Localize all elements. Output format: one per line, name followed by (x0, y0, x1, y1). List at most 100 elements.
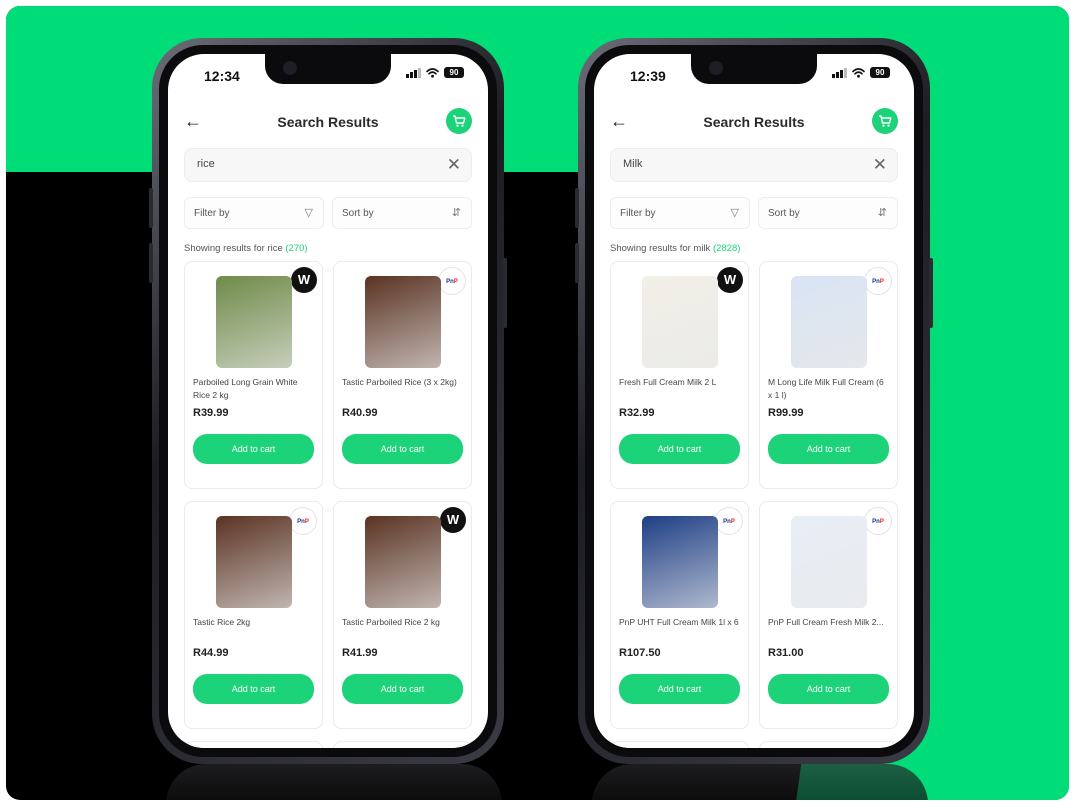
product-card[interactable]: PnP PnP Full Cream Fresh Milk 2... R31.0… (759, 501, 898, 729)
search-input[interactable] (197, 158, 397, 170)
results-prefix: Showing results for rice (184, 243, 283, 254)
product-image[interactable] (364, 516, 441, 608)
product-card-partial[interactable] (333, 741, 472, 748)
results-summary: Showing results for milk (2828) (610, 243, 740, 254)
cart-button[interactable] (446, 108, 472, 134)
clear-icon[interactable]: ✕ (447, 155, 461, 175)
sort-label: Sort by (768, 208, 800, 219)
cart-icon (879, 115, 892, 127)
camera-icon (283, 61, 297, 75)
status-time: 12:34 (204, 68, 240, 84)
volume-button (575, 243, 579, 283)
product-card[interactable]: W Fresh Full Cream Milk 2 L R32.99 Add t… (610, 261, 749, 489)
filter-row: Filter by ▽ Sort by ⇵ (610, 197, 898, 229)
add-to-cart-button[interactable]: Add to cart (193, 674, 314, 704)
product-card[interactable]: PnP M Long Life Milk Full Cream (6 x 1 l… (759, 261, 898, 489)
product-price: R39.99 (193, 407, 229, 419)
store-logo-w-icon: W (717, 267, 743, 293)
product-price: R107.50 (619, 647, 661, 659)
wifi-icon (852, 67, 865, 78)
product-price: R32.99 (619, 407, 655, 419)
product-image[interactable] (790, 276, 867, 368)
product-image[interactable] (641, 276, 718, 368)
results-prefix: Showing results for milk (610, 243, 711, 254)
product-name: Tastic Parboiled Rice (3 x 2kg) (342, 377, 457, 387)
sort-by-dropdown[interactable]: Sort by ⇵ (758, 197, 898, 229)
product-card[interactable]: W Parboiled Long Grain White Rice 2 kg R… (184, 261, 323, 489)
add-to-cart-button[interactable]: Add to cart (619, 674, 740, 704)
product-name: Parboiled Long Grain White Rice 2 kg (193, 377, 298, 400)
sort-label: Sort by (342, 208, 374, 219)
filter-label: Filter by (620, 208, 656, 219)
product-name: PnP Full Cream Fresh Milk 2... (768, 617, 884, 627)
page-title: Search Results (703, 114, 805, 130)
results-count: (2828) (712, 243, 741, 254)
product-grid: W Fresh Full Cream Milk 2 L R32.99 Add t… (610, 261, 898, 748)
power-button (503, 258, 507, 328)
product-image[interactable] (641, 516, 718, 608)
results-count: (270) (285, 243, 308, 254)
add-to-cart-button[interactable]: Add to cart (619, 434, 740, 464)
product-image[interactable] (790, 516, 867, 608)
product-card-partial[interactable] (759, 741, 898, 748)
product-card-partial[interactable] (184, 741, 323, 748)
clear-icon[interactable]: ✕ (873, 155, 887, 175)
product-card-partial[interactable] (610, 741, 749, 748)
power-button (929, 258, 933, 328)
product-price: R41.99 (342, 647, 378, 659)
product-name: Fresh Full Cream Milk 2 L (619, 377, 717, 387)
product-card[interactable]: PnP PnP UHT Full Cream Milk 1l x 6 R107.… (610, 501, 749, 729)
store-logo-pnp-icon: PnP (864, 507, 892, 535)
notch (691, 54, 817, 84)
sort-by-dropdown[interactable]: Sort by ⇵ (332, 197, 472, 229)
volume-button (575, 188, 579, 228)
product-image[interactable] (215, 516, 292, 608)
battery-icon: 90 (444, 67, 464, 78)
product-card[interactable]: PnP Tastic Rice 2kg R44.99 Add to cart (184, 501, 323, 729)
product-price: R40.99 (342, 407, 378, 419)
cart-icon (453, 115, 466, 127)
filter-by-dropdown[interactable]: Filter by ▽ (610, 197, 750, 229)
add-to-cart-button[interactable]: Add to cart (193, 434, 314, 464)
notch (265, 54, 391, 84)
status-icons: 90 (406, 67, 464, 78)
store-logo-pnp-icon: PnP (864, 267, 892, 295)
app-screen: 12:34 90 ← Search Results ✕ Filter by (168, 54, 488, 748)
product-price: R44.99 (193, 647, 229, 659)
product-grid: W Parboiled Long Grain White Rice 2 kg R… (184, 261, 472, 748)
product-name: PnP UHT Full Cream Milk 1l x 6 (619, 617, 739, 627)
filter-by-dropdown[interactable]: Filter by ▽ (184, 197, 324, 229)
phone-reflection (166, 764, 502, 800)
add-to-cart-button[interactable]: Add to cart (768, 434, 889, 464)
search-bar[interactable]: ✕ (610, 148, 898, 182)
product-card[interactable]: PnP Tastic Parboiled Rice (3 x 2kg) R40.… (333, 261, 472, 489)
results-summary: Showing results for rice (270) (184, 243, 308, 254)
battery-icon: 90 (870, 67, 890, 78)
search-bar[interactable]: ✕ (184, 148, 472, 182)
cart-button[interactable] (872, 108, 898, 134)
app-header: ← Search Results (168, 106, 488, 138)
add-to-cart-button[interactable]: Add to cart (768, 674, 889, 704)
add-to-cart-button[interactable]: Add to cart (342, 674, 463, 704)
app-header: ← Search Results (594, 106, 914, 138)
filter-row: Filter by ▽ Sort by ⇵ (184, 197, 472, 229)
phone-bezel: 12:34 90 ← Search Results ✕ Filter by (159, 45, 497, 757)
product-image[interactable] (364, 276, 441, 368)
store-logo-w-icon: W (291, 267, 317, 293)
product-image[interactable] (215, 276, 292, 368)
app-screen: 12:39 90 ← Search Results ✕ Filter by (594, 54, 914, 748)
filter-icon: ▽ (730, 207, 739, 219)
product-price: R31.00 (768, 647, 804, 659)
add-to-cart-button[interactable]: Add to cart (342, 434, 463, 464)
filter-label: Filter by (194, 208, 230, 219)
phone-reflection (592, 764, 928, 800)
camera-icon (709, 61, 723, 75)
search-input[interactable] (623, 158, 823, 170)
product-card[interactable]: W Tastic Parboiled Rice 2 kg R41.99 Add … (333, 501, 472, 729)
filter-icon: ▽ (304, 207, 313, 219)
store-logo-pnp-icon: PnP (715, 507, 743, 535)
sort-icon: ⇵ (451, 207, 461, 219)
store-logo-w-icon: W (440, 507, 466, 533)
phone-bezel: 12:39 90 ← Search Results ✕ Filter by (585, 45, 923, 757)
product-price: R99.99 (768, 407, 804, 419)
